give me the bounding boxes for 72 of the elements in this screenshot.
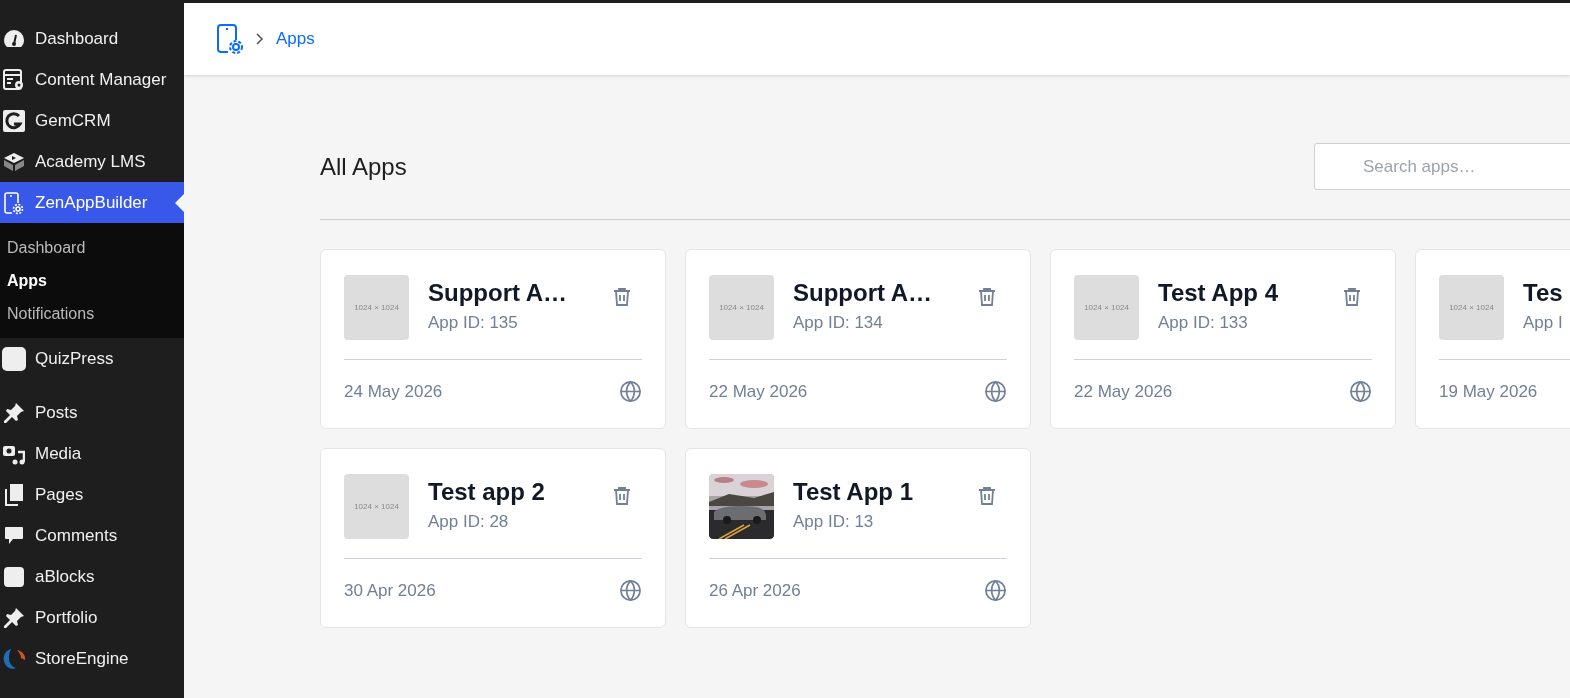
app-title: Support A…	[793, 278, 934, 308]
gauge-icon	[3, 28, 25, 49]
app-title: Test app 2	[428, 477, 546, 507]
sidebar-item[interactable]: GemCRM	[0, 100, 184, 141]
sidebar-item[interactable]: aBlocks	[0, 556, 184, 597]
app-card[interactable]: 1024 × 1024 Support A… App ID: 135 24 May 2026	[320, 249, 666, 429]
image-placeholder: 1024 × 1024	[344, 474, 409, 539]
sidebar-item[interactable]: Content Manager	[0, 59, 184, 100]
phone-gear-icon	[3, 190, 25, 215]
created-date: 19 May 2026	[1439, 380, 1538, 403]
search-field[interactable]: Search apps…	[1314, 143, 1570, 190]
pin-icon	[3, 606, 25, 629]
created-date: 24 May 2026	[344, 380, 443, 403]
sidebar-item[interactable]: Dashboard	[0, 18, 184, 59]
app-title: Support A…	[428, 278, 569, 308]
delete-icon[interactable]	[613, 486, 631, 506]
sidebar-item[interactable]: QuizPress	[0, 338, 184, 379]
app-title: Tes	[1523, 278, 1564, 308]
square-icon	[2, 346, 26, 371]
app-title: Test App 1	[793, 477, 914, 507]
sidebar-item[interactable]: ZenAppBuilder	[0, 182, 184, 223]
app-id: App ID: 134	[793, 312, 884, 334]
app-id: App I	[1523, 312, 1564, 334]
sidebar-item[interactable]: StoreEngine	[0, 638, 184, 679]
sidebar-item[interactable]: Comments	[0, 515, 184, 556]
page-title: All Apps	[320, 151, 408, 182]
breadcrumb-link[interactable]: Apps	[276, 26, 315, 52]
app-card[interactable]: 1024 × 1024 Support A… App ID: 134 22 May 2026	[685, 249, 1031, 429]
globe-icon[interactable]	[619, 579, 642, 602]
sidebar-item[interactable]: Portfolio	[0, 597, 184, 638]
sidebar-item[interactable]: Posts	[0, 392, 184, 433]
swirl-logo-icon	[3, 109, 25, 132]
delete-icon[interactable]	[1343, 287, 1361, 307]
swoosh-logo-icon	[2, 647, 26, 670]
sidebar-item[interactable]: Media	[0, 433, 184, 474]
app-title: Test App 4	[1158, 278, 1279, 308]
speech-bubble-icon	[4, 525, 24, 546]
app-card[interactable]: 1024 × 1024 Test App 4 App ID: 133 22 May 2026	[1050, 249, 1396, 429]
created-date: 26 Apr 2026	[709, 579, 801, 602]
square-icon	[4, 566, 24, 587]
pages-icon	[5, 483, 23, 506]
submenu-item[interactable]: Dashboard	[0, 231, 184, 264]
sidebar-item[interactable]: Academy LMS	[0, 141, 184, 182]
app-id: App ID: 13	[793, 511, 875, 533]
document-gear-icon	[3, 68, 25, 91]
app-card[interactable]: 1024 × 1024 Tes App I 19 May 2026	[1415, 249, 1570, 429]
chevron-right-icon	[256, 33, 264, 45]
created-date: 22 May 2026	[709, 380, 808, 403]
globe-icon[interactable]	[984, 579, 1007, 602]
created-date: 22 May 2026	[1074, 380, 1173, 403]
sidebar-item[interactable]: Pages	[0, 474, 184, 515]
delete-icon[interactable]	[978, 486, 996, 506]
app-id: App ID: 135	[428, 312, 519, 334]
image-placeholder: 1024 × 1024	[709, 275, 774, 340]
delete-icon[interactable]	[613, 287, 631, 307]
app-id: App ID: 28	[428, 511, 510, 533]
created-date: 30 Apr 2026	[344, 579, 436, 602]
submenu-item[interactable]: Apps	[0, 264, 184, 297]
pin-icon	[3, 401, 25, 424]
globe-icon[interactable]	[1349, 380, 1372, 403]
image-placeholder: 1024 × 1024	[1439, 275, 1504, 340]
phone-gear-icon	[216, 23, 244, 55]
image-placeholder: 1024 × 1024	[1074, 275, 1139, 340]
app-id: App ID: 133	[1158, 312, 1249, 334]
delete-icon[interactable]	[978, 287, 996, 307]
globe-icon[interactable]	[619, 380, 642, 403]
app-card[interactable]: Test App 1 App ID: 13 26 Apr 2026	[685, 448, 1031, 628]
image-placeholder: 1024 × 1024	[344, 275, 409, 340]
app-card[interactable]: 1024 × 1024 Test app 2 App ID: 28 30 Apr 2026	[320, 448, 666, 628]
cube-icon	[3, 151, 25, 172]
globe-icon[interactable]	[984, 380, 1007, 403]
submenu-item[interactable]: Notifications	[0, 297, 184, 330]
